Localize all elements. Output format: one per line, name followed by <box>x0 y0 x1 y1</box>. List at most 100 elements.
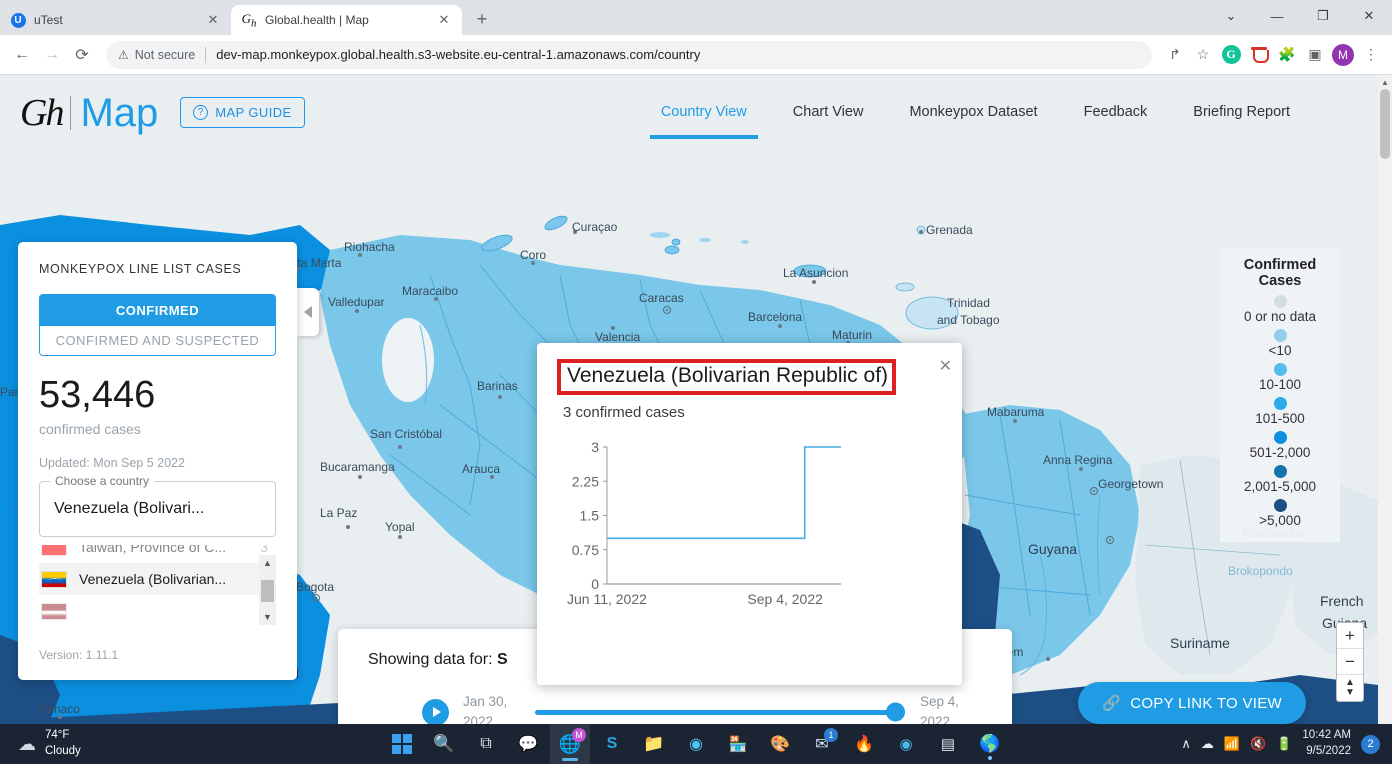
avatar[interactable]: M <box>1330 42 1356 68</box>
volume-muted-icon[interactable]: 🔇 <box>1250 736 1266 752</box>
mail-button[interactable]: ✉ 1 <box>802 724 842 764</box>
legend-color-swatch <box>1273 295 1287 308</box>
minimize-icon[interactable]: — <box>1254 0 1300 32</box>
windows-logo-icon <box>392 734 412 754</box>
nav-item-briefing-report[interactable]: Briefing Report <box>1170 105 1313 120</box>
scrollbar-thumb[interactable] <box>261 580 274 602</box>
side-panel-icon[interactable]: ▣ <box>1302 42 1328 68</box>
clock[interactable]: 10:42 AM 9/5/2022 <box>1302 728 1351 759</box>
country-list-scrollbar[interactable]: ▲ ▼ <box>259 555 276 625</box>
edge-button[interactable]: 🌎 <box>970 724 1010 764</box>
notification-badge[interactable]: 2 <box>1361 734 1380 754</box>
forward-icon[interactable]: → <box>38 41 66 69</box>
timeline-slider[interactable] <box>535 702 905 722</box>
weather-text: 74°F Cloudy <box>45 728 81 759</box>
camera-icon: ◉ <box>899 736 913 753</box>
firefox-button[interactable]: 🔥 <box>844 724 884 764</box>
capital-marker <box>663 306 671 314</box>
scroll-down-icon[interactable]: ▼ <box>259 609 276 625</box>
battery-icon[interactable]: 🔋 <box>1276 736 1292 752</box>
camera-button[interactable]: ◉ <box>886 724 926 764</box>
share-icon[interactable]: ↱ <box>1162 42 1188 68</box>
sidebar-collapse-button[interactable] <box>297 288 319 336</box>
grammarly-extension-icon[interactable]: G <box>1218 42 1244 68</box>
file-explorer-button[interactable]: 📁 <box>634 724 674 764</box>
list-item[interactable]: Taiwan, Province of C... 3 <box>39 545 276 563</box>
chat-button[interactable]: 💬 <box>508 724 548 764</box>
tray-chevron-icon[interactable]: ∧ <box>1181 736 1191 752</box>
compass-down-icon: ▼ <box>1345 687 1355 698</box>
address-bar[interactable]: ⚠ Not secure dev-map.monkeypox.global.he… <box>106 40 1152 69</box>
country-select-input[interactable]: Choose a country Venezuela (Bolivari... <box>39 474 276 537</box>
flag-icon <box>41 602 67 620</box>
nav-item-feedback[interactable]: Feedback <box>1061 105 1171 120</box>
play-icon[interactable] <box>422 698 449 726</box>
close-icon[interactable]: ✕ <box>939 356 952 376</box>
scroll-up-icon[interactable]: ▲ <box>259 555 276 571</box>
skype-button[interactable]: S <box>592 724 632 764</box>
popup-subtitle: 3 confirmed cases <box>563 404 685 421</box>
adblock-extension-icon[interactable] <box>1246 42 1272 68</box>
page-scrollbar[interactable]: ▲ ▼ <box>1378 75 1392 764</box>
scrollbar-thumb[interactable] <box>1380 89 1390 159</box>
zoom-out-button[interactable]: − <box>1337 649 1363 675</box>
reload-icon[interactable]: ⟳ <box>68 41 96 69</box>
news-button[interactable]: ▤ <box>928 724 968 764</box>
grammarly-letter: G <box>1221 45 1241 64</box>
browser-tab-global-health-map[interactable]: Gh Global.health | Map ✕ <box>231 5 462 35</box>
extensions-puzzle-icon[interactable]: 🧩 <box>1274 42 1300 68</box>
weather-widget[interactable]: ☁ 74°F Cloudy <box>0 728 81 759</box>
browser-tab-utest[interactable]: U uTest ✕ <box>0 5 231 35</box>
city-dot <box>346 525 350 529</box>
zoom-in-button[interactable]: + <box>1337 623 1363 649</box>
start-button[interactable] <box>382 724 422 764</box>
list-item[interactable]: Venezuela (Bolivarian... 3 <box>39 563 276 595</box>
maximize-icon[interactable]: ❐ <box>1300 0 1346 32</box>
slider-handle[interactable] <box>886 702 905 722</box>
popup-chart: 0 0.75 1.5 2.25 3 Jun 11, 2022 Sep 4, 2022 <box>555 439 944 624</box>
copy-link-label: COPY LINK TO VIEW <box>1130 694 1282 712</box>
map-guide-button[interactable]: ? MAP GUIDE <box>180 97 305 128</box>
compass-button[interactable]: ▲ ▼ <box>1337 675 1363 701</box>
updated-timestamp: Updated: Mon Sep 5 2022 <box>39 456 185 470</box>
country-list[interactable]: Taiwan, Province of C... 3 Venezuela (Bo… <box>39 545 276 625</box>
legend-label: 501-2,000 <box>1249 445 1311 460</box>
search-icon: 🔍 <box>433 734 455 753</box>
legend-color-swatch <box>1273 465 1287 478</box>
paint-button[interactable]: 🎨 <box>760 724 800 764</box>
scroll-up-icon[interactable]: ▲ <box>1378 75 1392 89</box>
wifi-icon[interactable]: 📶 <box>1224 736 1240 752</box>
legend-title: Confirmed Cases <box>1243 257 1317 289</box>
window-controls: ⌄ — ❐ ✕ <box>1208 0 1392 32</box>
back-icon[interactable]: ← <box>8 41 36 69</box>
toggle-confirmed-and-suspected[interactable]: CONFIRMED AND SUSPECTED <box>40 325 275 355</box>
cloud-icon[interactable]: ☁ <box>1201 736 1214 752</box>
browser-menu-icon[interactable]: ⋮ <box>1358 42 1384 68</box>
close-icon[interactable]: ✕ <box>1346 0 1392 32</box>
toggle-confirmed[interactable]: CONFIRMED <box>40 295 275 325</box>
city-dot <box>358 253 362 257</box>
tab-list-icon[interactable]: ⌄ <box>1208 0 1254 32</box>
media-player-button[interactable]: ◉ <box>676 724 716 764</box>
copy-link-button[interactable]: 🔗 COPY LINK TO VIEW <box>1078 682 1306 724</box>
nav-item-country-view[interactable]: Country View <box>638 105 770 138</box>
bookmark-star-icon[interactable]: ☆ <box>1190 42 1216 68</box>
list-item[interactable] <box>39 595 276 625</box>
nav-item-chart-view[interactable]: Chart View <box>770 105 887 120</box>
task-view-button[interactable]: ⧉ <box>466 724 506 764</box>
microsoft-store-button[interactable]: 🏪 <box>718 724 758 764</box>
country-select-label: Choose a country <box>50 474 155 488</box>
chrome-button[interactable]: 🌐 M <box>550 724 590 764</box>
nav-item-monkeypox-dataset[interactable]: Monkeypox Dataset <box>886 105 1060 120</box>
legend-items: 0 or no data <10 10-100 101-500 501-2,000 2,0… <box>1232 295 1328 528</box>
site-logo[interactable]: Gh Map <box>20 93 158 133</box>
close-icon[interactable]: ✕ <box>205 12 221 28</box>
new-tab-button[interactable]: + <box>468 5 496 33</box>
close-icon[interactable]: ✕ <box>436 12 452 28</box>
chart-series-line <box>607 446 841 540</box>
legend-color-swatch <box>1273 397 1287 410</box>
legend-color-swatch <box>1273 431 1287 444</box>
search-button[interactable]: 🔍 <box>424 724 464 764</box>
y-axis-tick-label: 3 <box>591 439 599 455</box>
city-dot <box>355 309 359 313</box>
